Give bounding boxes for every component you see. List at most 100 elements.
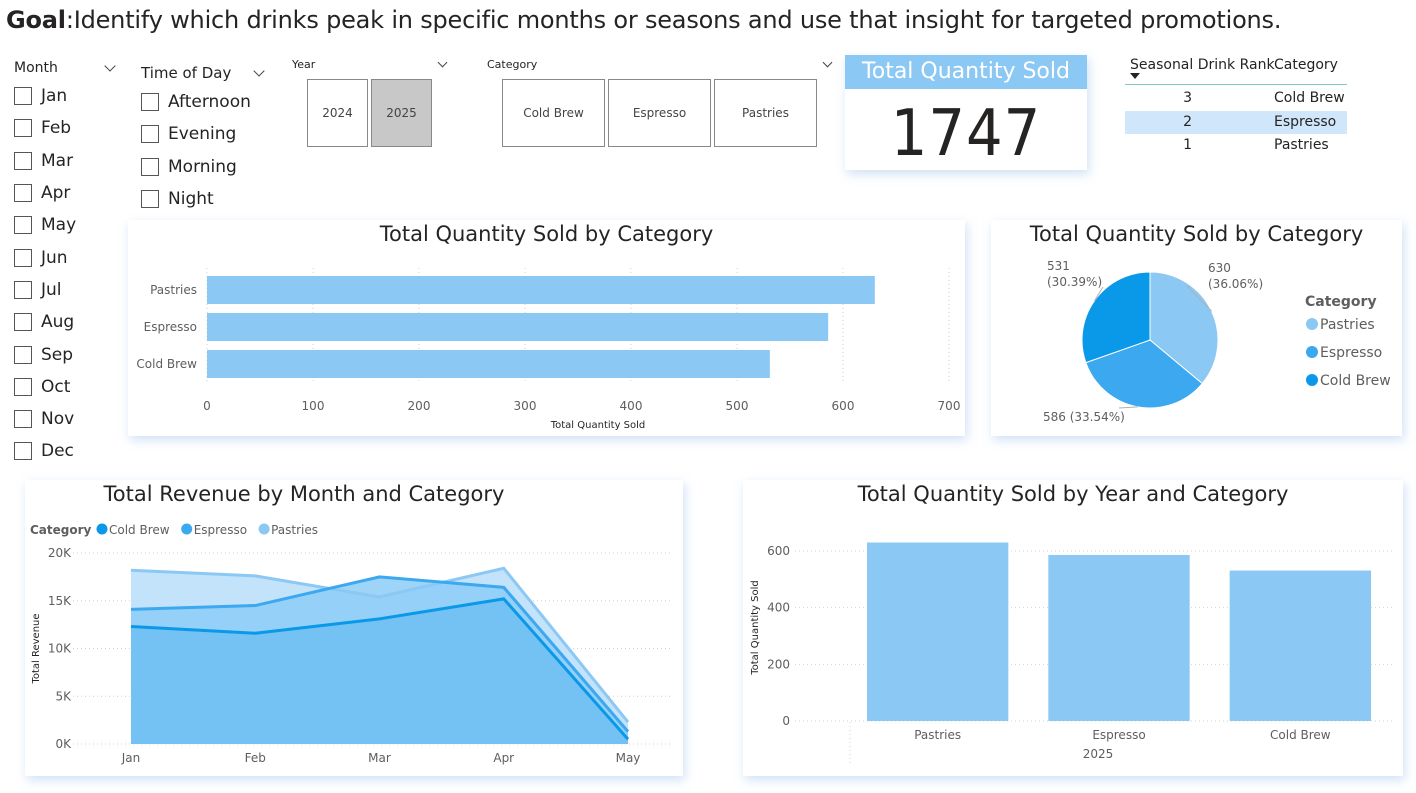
chevron-down-icon[interactable] (822, 57, 833, 68)
bar[interactable] (207, 313, 829, 341)
category-cell: Espresso (1274, 113, 1337, 130)
legend-label[interactable]: Espresso (1320, 345, 1382, 361)
month-slicer-title: Month (14, 60, 58, 76)
bar[interactable] (867, 542, 1009, 722)
time-item-evening[interactable]: Evening (141, 118, 263, 150)
time-label: Night (168, 189, 214, 210)
legend-marker (1306, 374, 1318, 386)
x-tick-label: 100 (302, 399, 325, 413)
x-tick-label: May (616, 751, 641, 765)
x-tick-label: Feb (245, 751, 266, 765)
month-item-aug[interactable]: Aug (14, 306, 114, 338)
table-row[interactable]: 1 Pastries (1125, 134, 1347, 157)
pie-data-label: 586 (33.54%) (1043, 410, 1125, 424)
bar[interactable] (1229, 570, 1371, 721)
month-item-dec[interactable]: Dec (14, 435, 114, 467)
month-item-apr[interactable]: Apr (14, 177, 114, 209)
year-tile-2024[interactable]: 2024 (307, 79, 368, 147)
month-item-mar[interactable]: Mar (14, 145, 114, 177)
bar[interactable] (207, 350, 770, 378)
legend-label[interactable]: Pastries (1320, 317, 1375, 333)
legend-label[interactable]: Cold Brew (109, 523, 170, 537)
chevron-down-icon[interactable] (104, 60, 116, 72)
checkbox[interactable] (14, 184, 32, 203)
x-tick-label: 700 (938, 399, 961, 413)
bar[interactable] (1048, 554, 1190, 721)
rank-header[interactable]: Seasonal Drink Rank (1130, 57, 1275, 73)
checkbox[interactable] (14, 442, 32, 461)
checkbox[interactable] (141, 125, 159, 144)
year-slicer-header[interactable]: Year (292, 57, 448, 71)
checkbox[interactable] (14, 216, 32, 235)
category-tile-pastries[interactable]: Pastries (714, 79, 817, 147)
category-tile-espresso[interactable]: Espresso (608, 79, 711, 147)
bar-chart-category: Total Quantity Sold by Category 0 100 200 3… (128, 220, 965, 436)
time-item-night[interactable]: Night (141, 183, 263, 215)
checkbox[interactable] (14, 87, 32, 106)
legend-label[interactable]: Pastries (271, 523, 318, 537)
x-tick-label: 500 (726, 399, 749, 413)
category-cell: Cold Brew (1274, 90, 1345, 106)
chevron-down-icon[interactable] (437, 57, 448, 68)
table-row[interactable]: 2 Espresso (1125, 110, 1347, 134)
pie-data-label: 630 (1208, 261, 1231, 275)
legend-marker (258, 523, 270, 535)
checkbox[interactable] (14, 377, 32, 396)
rank-cell: 3 (1183, 90, 1192, 106)
month-item-jan[interactable]: Jan (14, 80, 114, 112)
time-item-morning[interactable]: Morning (141, 151, 263, 183)
bar[interactable] (207, 276, 875, 304)
time-item-afternoon[interactable]: Afternoon (141, 86, 263, 118)
y-tick-label: 0K (55, 737, 72, 751)
month-item-jul[interactable]: Jul (14, 274, 114, 306)
sort-desc-icon (1130, 73, 1140, 79)
year-tile-2025[interactable]: 2025 (371, 79, 432, 147)
y-tick-label: 5K (55, 689, 72, 703)
month-item-sep[interactable]: Sep (14, 338, 114, 370)
month-label: Apr (41, 183, 71, 204)
group-label: 2025 (1083, 747, 1114, 761)
category-cell: Pastries (1274, 137, 1329, 153)
checkbox[interactable] (14, 345, 32, 364)
month-item-jun[interactable]: Jun (14, 241, 114, 273)
category-slicer-header[interactable]: Category (487, 57, 833, 71)
category-tile-cold-brew[interactable]: Cold Brew (502, 79, 605, 147)
legend-label[interactable]: Cold Brew (1320, 373, 1391, 389)
checkbox[interactable] (14, 410, 32, 429)
time-label: Evening (168, 124, 237, 145)
time-slicer-title: Time of Day (141, 64, 232, 82)
y-tick-label: 20K (48, 546, 72, 560)
month-item-oct[interactable]: Oct (14, 371, 114, 403)
kpi-card: Total Quantity Sold 1747 (845, 55, 1087, 171)
category-header[interactable]: Category (1274, 57, 1338, 73)
checkbox[interactable] (14, 313, 32, 332)
legend-marker (181, 523, 193, 535)
month-item-nov[interactable]: Nov (14, 403, 114, 435)
month-item-feb[interactable]: Feb (14, 112, 114, 144)
time-label: Afternoon (168, 92, 251, 113)
checkbox[interactable] (14, 280, 32, 299)
legend-marker (96, 523, 108, 535)
area-chart-svg: 0K 5K 10K 15K 20K Jan Feb Mar Apr May Total Revenu… (30, 523, 671, 765)
x-tick-label: 300 (514, 399, 537, 413)
legend-title: Category (1305, 294, 1377, 310)
month-slicer-header[interactable]: Month (14, 60, 116, 76)
legend-title: Category (30, 523, 92, 537)
checkbox[interactable] (141, 157, 159, 176)
time-list: Afternoon Evening Morning Night (141, 86, 263, 215)
pie-data-label: 531 (1047, 259, 1070, 273)
checkbox[interactable] (14, 248, 32, 267)
month-label: Nov (41, 409, 75, 430)
checkbox[interactable] (14, 151, 32, 170)
checkbox[interactable] (141, 93, 159, 112)
checkbox[interactable] (141, 190, 159, 209)
x-tick-label: Pastries (914, 728, 961, 742)
table-row[interactable]: 3 Cold Brew (1125, 87, 1347, 110)
month-item-may[interactable]: May (14, 209, 114, 241)
chevron-down-icon[interactable] (253, 65, 265, 77)
month-label: Jul (41, 279, 62, 300)
legend-label[interactable]: Espresso (194, 523, 247, 537)
checkbox[interactable] (14, 119, 32, 138)
y-tick-label: 0 (782, 714, 790, 728)
time-slicer-header[interactable]: Time of Day (141, 64, 265, 82)
